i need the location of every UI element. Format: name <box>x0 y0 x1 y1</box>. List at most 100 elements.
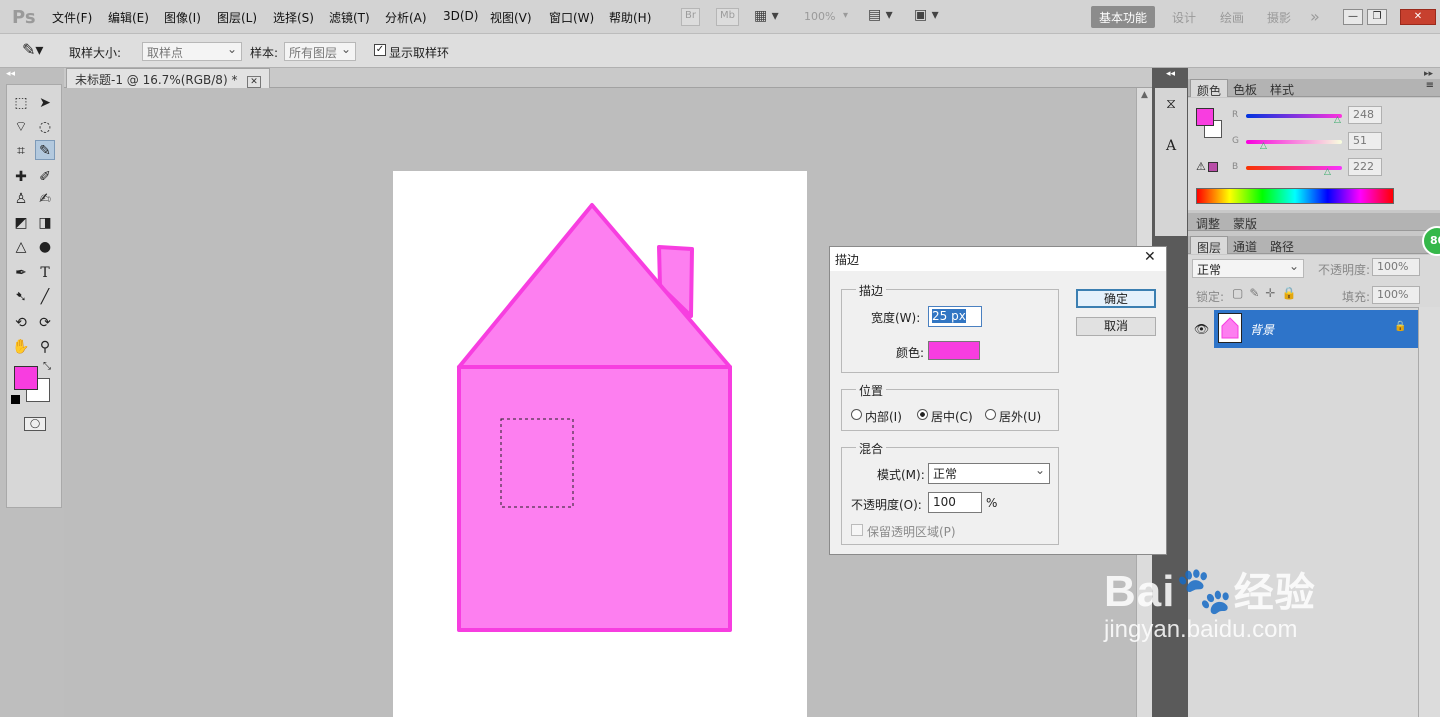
blur-tool-icon[interactable]: △ <box>11 237 31 257</box>
bridge-button[interactable]: Br <box>681 8 700 26</box>
zoom-level[interactable]: 100% <box>804 10 835 23</box>
gamut-swatch[interactable] <box>1208 162 1218 172</box>
menu-3d[interactable]: 3D(D) <box>443 9 478 23</box>
menu-file[interactable]: 文件(F) <box>52 9 92 26</box>
opacity-input[interactable]: 100 <box>928 492 982 513</box>
arrange-documents-icon[interactable]: ▤ ▾ <box>868 7 893 23</box>
restore-icon[interactable]: ❐ <box>1367 9 1387 25</box>
healing-brush-tool-icon[interactable]: ✚ <box>11 167 31 187</box>
collapse-dock-icon[interactable]: ◂◂ <box>1166 69 1175 79</box>
clone-stamp-tool-icon[interactable]: ♙ <box>11 189 31 209</box>
default-colors-icon[interactable] <box>11 395 20 404</box>
document-tab[interactable]: 未标题-1 @ 16.7%(RGB/8) * ✕ <box>66 68 270 88</box>
3d-orbit-tool-icon[interactable]: ⟳ <box>35 313 55 333</box>
lock-icons[interactable]: ▢✎✛🔒 <box>1232 286 1302 300</box>
crop-tool-icon[interactable]: ⌗ <box>11 141 31 161</box>
expand-panels-icon[interactable]: ▸▸ <box>1424 69 1433 79</box>
color-panel-menu-icon[interactable]: ≡ <box>1426 80 1434 91</box>
cancel-button[interactable]: 取消 <box>1076 317 1156 336</box>
menu-image[interactable]: 图像(I) <box>164 9 201 26</box>
quick-select-tool-icon[interactable]: ◌ <box>35 117 55 137</box>
channel-g-handle[interactable]: △ <box>1260 141 1267 151</box>
lasso-tool-icon[interactable]: ⌔ <box>11 117 31 137</box>
layer-row-background[interactable]: 背景 🔒 <box>1214 310 1418 348</box>
menu-filter[interactable]: 滤镜(T) <box>329 9 370 26</box>
tab-paths[interactable]: 路径 <box>1264 236 1300 254</box>
brush-tool-icon[interactable]: ✐ <box>35 167 55 187</box>
path-select-tool-icon[interactable]: ➷ <box>11 287 31 307</box>
marquee-tool-icon[interactable]: ⬚ <box>11 93 31 113</box>
tab-masks[interactable]: 蒙版 <box>1227 213 1263 231</box>
color-panel-foreground[interactable] <box>1196 108 1214 126</box>
dialog-close-icon[interactable]: ✕ <box>1144 249 1156 265</box>
menu-layer[interactable]: 图层(L) <box>217 9 257 26</box>
history-panel-icon[interactable]: ⧖ <box>1161 94 1181 114</box>
zoom-tool-icon[interactable]: ⚲ <box>35 337 55 357</box>
channel-r-handle[interactable]: △ <box>1334 115 1341 125</box>
minibridge-button[interactable]: Mb <box>716 8 739 26</box>
mode-select[interactable]: 正常 <box>928 463 1050 484</box>
fill-value[interactable]: 100% <box>1372 286 1420 304</box>
move-tool-icon[interactable]: ➤ <box>35 93 55 113</box>
channel-g-value[interactable]: 51 <box>1348 132 1382 150</box>
workspace-design[interactable]: 设计 <box>1164 6 1204 28</box>
close-window-icon[interactable]: ✕ <box>1400 9 1436 25</box>
pen-tool-icon[interactable]: ✒ <box>11 263 31 283</box>
dodge-tool-icon[interactable]: ● <box>35 237 55 257</box>
more-workspaces-icon[interactable]: » <box>1302 4 1328 26</box>
menu-help[interactable]: 帮助(H) <box>609 9 651 26</box>
menu-window[interactable]: 窗口(W) <box>549 9 594 26</box>
minimize-icon[interactable]: — <box>1343 9 1363 25</box>
workspace-photography[interactable]: 摄影 <box>1259 6 1299 28</box>
workspace-painting[interactable]: 绘画 <box>1212 6 1252 28</box>
tab-color[interactable]: 颜色 <box>1190 79 1229 98</box>
stroke-color-swatch[interactable] <box>928 341 980 360</box>
document-canvas[interactable] <box>393 171 807 717</box>
type-tool-icon[interactable]: T <box>35 263 55 283</box>
quick-mask-icon[interactable]: ◯ <box>24 417 46 431</box>
gradient-tool-icon[interactable]: ◨ <box>35 213 55 233</box>
tab-swatches[interactable]: 色板 <box>1227 79 1263 97</box>
menu-select[interactable]: 选择(S) <box>273 9 314 26</box>
eyedropper-preset-icon[interactable]: ✎▾ <box>22 40 43 59</box>
width-input[interactable]: 25 px <box>928 306 982 327</box>
3d-rotate-tool-icon[interactable]: ⟲ <box>11 313 31 333</box>
layer-blend-mode-select[interactable]: 正常 <box>1192 259 1304 278</box>
position-outside-radio[interactable] <box>985 409 996 420</box>
character-panel-icon[interactable]: A <box>1161 136 1181 156</box>
channel-b-value[interactable]: 222 <box>1348 158 1382 176</box>
screen-mode-icon[interactable]: ▣ ▾ <box>914 7 939 23</box>
channel-r-value[interactable]: 248 <box>1348 106 1382 124</box>
foreground-color-swatch[interactable] <box>14 366 38 390</box>
collapse-tools-icon[interactable]: ◂◂ <box>6 69 15 79</box>
eraser-tool-icon[interactable]: ◩ <box>11 213 31 233</box>
layers-scrollbar[interactable] <box>1418 307 1440 717</box>
layer-opacity-value[interactable]: 100% <box>1372 258 1420 276</box>
close-tab-icon[interactable]: ✕ <box>247 76 261 88</box>
tab-channels[interactable]: 通道 <box>1227 236 1263 254</box>
eyedropper-tool-icon[interactable]: ✎ <box>35 140 55 160</box>
ok-button[interactable]: 确定 <box>1076 289 1156 308</box>
menu-analysis[interactable]: 分析(A) <box>385 9 427 26</box>
history-brush-tool-icon[interactable]: ✍ <box>35 189 55 209</box>
position-inside-radio[interactable] <box>851 409 862 420</box>
gamut-warning-icon[interactable]: ⚠ <box>1196 160 1206 173</box>
menu-edit[interactable]: 编辑(E) <box>108 9 149 26</box>
workspace-essentials[interactable]: 基本功能 <box>1091 6 1156 28</box>
menu-view[interactable]: 视图(V) <box>490 9 532 26</box>
sample-select[interactable]: 所有图层 <box>284 42 356 61</box>
view-extras-icon[interactable]: ▦ ▾ <box>754 8 779 24</box>
sample-size-select[interactable]: 取样点 <box>142 42 242 61</box>
line-tool-icon[interactable]: ╱ <box>35 287 55 307</box>
preserve-transparency-checkbox[interactable] <box>851 524 863 536</box>
zoom-dropdown-icon[interactable]: ▾ <box>843 10 848 21</box>
channel-r-slider[interactable] <box>1246 114 1342 118</box>
color-spectrum-bar[interactable] <box>1196 188 1394 204</box>
tab-adjustments[interactable]: 调整 <box>1190 213 1226 231</box>
swap-colors-icon[interactable]: ⤡ <box>43 361 51 372</box>
position-center-radio[interactable] <box>917 409 928 420</box>
tab-layers[interactable]: 图层 <box>1190 236 1229 255</box>
show-ring-checkbox[interactable]: ✓ <box>374 44 386 56</box>
channel-b-handle[interactable]: △ <box>1324 167 1331 177</box>
hand-tool-icon[interactable]: ✋ <box>11 337 31 357</box>
